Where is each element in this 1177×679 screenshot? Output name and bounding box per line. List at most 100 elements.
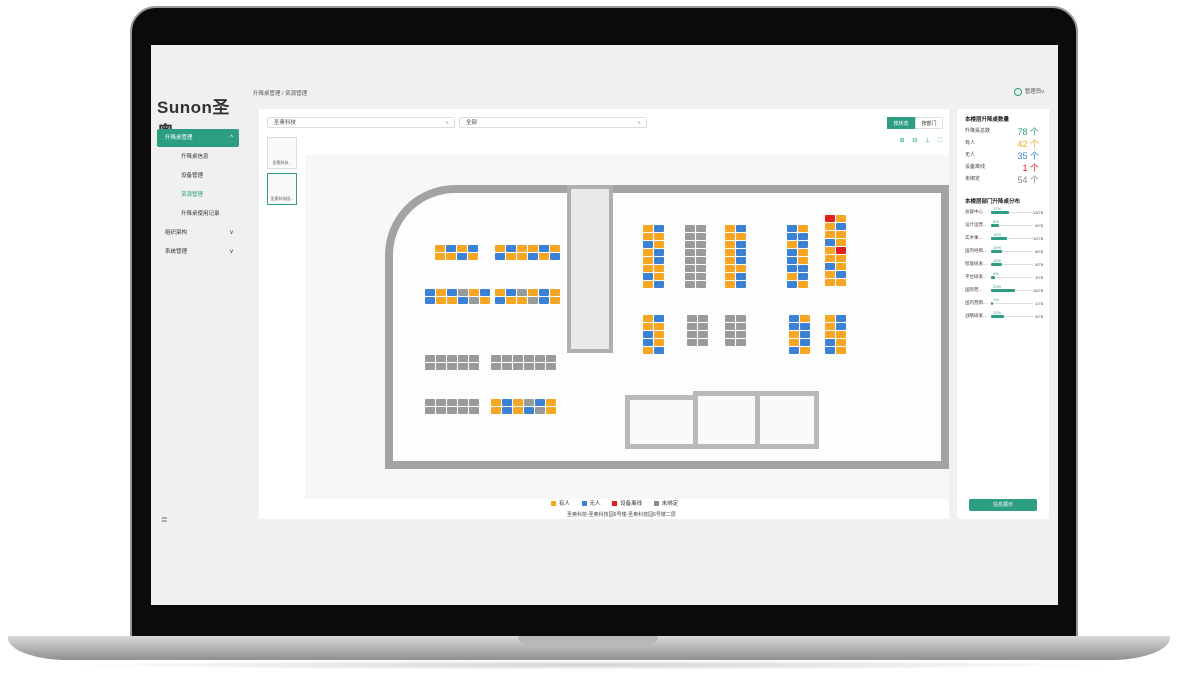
desk[interactable]: [698, 339, 708, 346]
desk[interactable]: [643, 323, 653, 330]
desk[interactable]: [446, 245, 456, 252]
desk[interactable]: [725, 281, 735, 288]
desk[interactable]: [725, 257, 735, 264]
desk[interactable]: [446, 253, 456, 260]
desk[interactable]: [736, 265, 746, 272]
desk[interactable]: [643, 315, 653, 322]
desk[interactable]: [654, 249, 664, 256]
desk[interactable]: [435, 253, 445, 260]
desk[interactable]: [436, 363, 446, 370]
desk[interactable]: [425, 297, 435, 304]
desk[interactable]: [491, 363, 501, 370]
desk[interactable]: [502, 363, 512, 370]
desk[interactable]: [447, 363, 457, 370]
desk[interactable]: [836, 231, 846, 238]
desk[interactable]: [685, 273, 695, 280]
desk[interactable]: [800, 315, 810, 322]
desk[interactable]: [789, 323, 799, 330]
desk[interactable]: [696, 273, 706, 280]
desk[interactable]: [836, 339, 846, 346]
desk[interactable]: [425, 289, 435, 296]
company-select[interactable]: 圣奥科技 ∨: [267, 117, 455, 128]
desk[interactable]: [687, 331, 697, 338]
desk[interactable]: [696, 257, 706, 264]
desk[interactable]: [825, 347, 835, 354]
desk[interactable]: [736, 249, 746, 256]
desk[interactable]: [836, 347, 846, 354]
desk[interactable]: [469, 399, 479, 406]
desk[interactable]: [685, 265, 695, 272]
desk[interactable]: [468, 253, 478, 260]
desk[interactable]: [458, 407, 468, 414]
desk[interactable]: [643, 273, 653, 280]
desk[interactable]: [787, 257, 797, 264]
desk[interactable]: [643, 241, 653, 248]
desk[interactable]: [736, 331, 746, 338]
desk[interactable]: [491, 407, 501, 414]
toggle-by-status[interactable]: 按状态: [887, 117, 915, 129]
desk[interactable]: [789, 331, 799, 338]
desk[interactable]: [539, 289, 549, 296]
desk[interactable]: [736, 281, 746, 288]
desk[interactable]: [546, 355, 556, 362]
desk[interactable]: [425, 363, 435, 370]
desk[interactable]: [513, 355, 523, 362]
desk[interactable]: [513, 407, 523, 414]
desk[interactable]: [458, 289, 468, 296]
desk[interactable]: [458, 399, 468, 406]
desk[interactable]: [546, 363, 556, 370]
desk[interactable]: [447, 355, 457, 362]
desk[interactable]: [798, 265, 808, 272]
desk[interactable]: [696, 233, 706, 240]
desk[interactable]: [736, 233, 746, 240]
desk[interactable]: [643, 249, 653, 256]
desk[interactable]: [698, 323, 708, 330]
desk[interactable]: [458, 297, 468, 304]
desk[interactable]: [469, 297, 479, 304]
floor-thumb-2[interactable]: 圣奥科技园...: [267, 173, 297, 205]
desk[interactable]: [836, 279, 846, 286]
desk[interactable]: [495, 253, 505, 260]
desk[interactable]: [654, 265, 664, 272]
desk[interactable]: [685, 249, 695, 256]
floor-plan[interactable]: [305, 155, 949, 499]
desk[interactable]: [725, 233, 735, 240]
desk[interactable]: [502, 407, 512, 414]
desk[interactable]: [425, 399, 435, 406]
desk[interactable]: [725, 331, 735, 338]
desk[interactable]: [725, 315, 735, 322]
desk[interactable]: [502, 355, 512, 362]
desk[interactable]: [725, 241, 735, 248]
desk[interactable]: [654, 315, 664, 322]
desk[interactable]: [436, 289, 446, 296]
sidebar-item-device-management[interactable]: 设备管理: [157, 167, 239, 185]
desk[interactable]: [535, 355, 545, 362]
desk[interactable]: [524, 407, 534, 414]
desk[interactable]: [685, 225, 695, 232]
desk[interactable]: [736, 241, 746, 248]
desk[interactable]: [836, 315, 846, 322]
details-button[interactable]: 信息展示: [969, 499, 1037, 511]
desk[interactable]: [654, 273, 664, 280]
desk[interactable]: [513, 399, 523, 406]
desk[interactable]: [787, 249, 797, 256]
desk[interactable]: [798, 249, 808, 256]
desk[interactable]: [825, 271, 835, 278]
desk[interactable]: [436, 399, 446, 406]
desk[interactable]: [436, 297, 446, 304]
desk[interactable]: [696, 281, 706, 288]
desk[interactable]: [436, 355, 446, 362]
desk[interactable]: [539, 253, 549, 260]
desk[interactable]: [643, 233, 653, 240]
desk[interactable]: [528, 297, 538, 304]
collapse-menu-icon[interactable]: ≣: [161, 515, 168, 524]
desk[interactable]: [836, 215, 846, 222]
desk[interactable]: [685, 233, 695, 240]
desk[interactable]: [800, 339, 810, 346]
desk[interactable]: [435, 245, 445, 252]
desk[interactable]: [550, 245, 560, 252]
desk[interactable]: [736, 257, 746, 264]
desk[interactable]: [798, 233, 808, 240]
desk[interactable]: [643, 339, 653, 346]
desk[interactable]: [825, 263, 835, 270]
